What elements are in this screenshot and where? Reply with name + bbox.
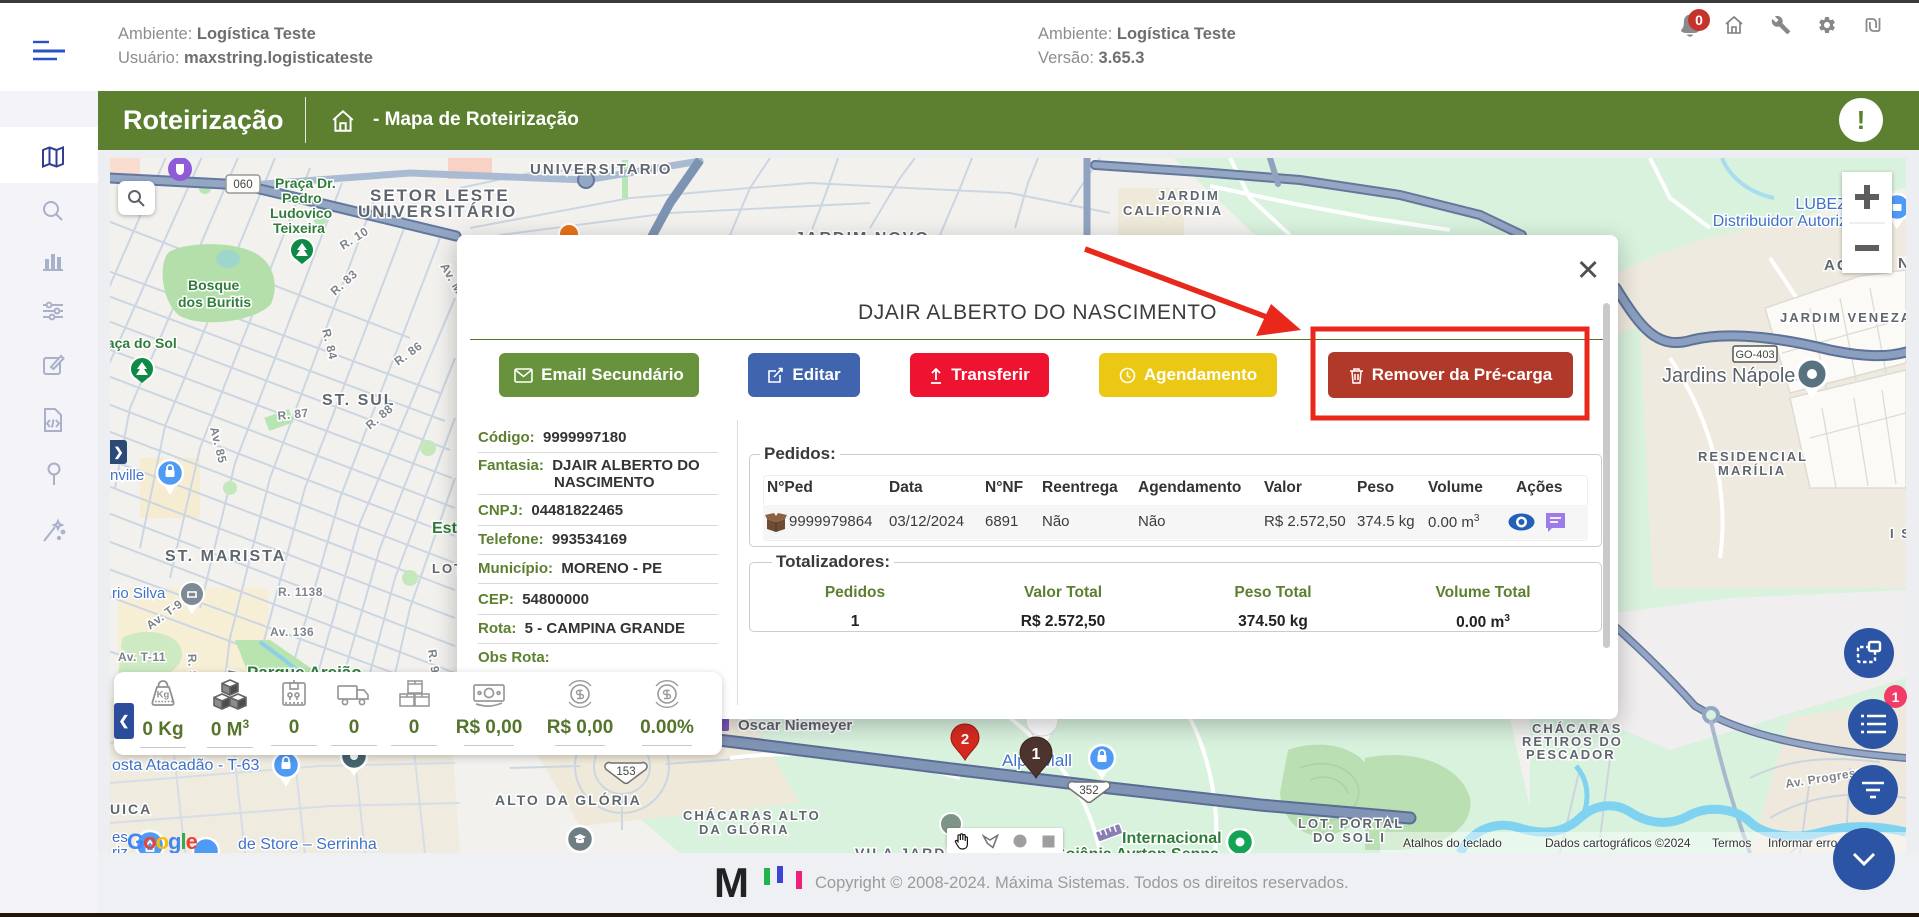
svg-text:LUBEZ: LUBEZ bbox=[1795, 196, 1847, 213]
svg-text:osta Atacadão - T-63: osta Atacadão - T-63 bbox=[112, 757, 259, 774]
svg-text:Av. 136: Av. 136 bbox=[270, 625, 314, 639]
svg-text:RESIDENCIAL: RESIDENCIAL bbox=[1698, 449, 1808, 464]
svg-text:352: 352 bbox=[1079, 785, 1098, 797]
svg-text:2: 2 bbox=[961, 731, 969, 748]
svg-text:UNIVERSITÁRIO: UNIVERSITÁRIO bbox=[358, 202, 517, 221]
svg-text:Est: Est bbox=[432, 520, 458, 537]
svg-text:ST. MARISTA: ST. MARISTA bbox=[165, 548, 286, 565]
svg-text:Bosque: Bosque bbox=[188, 277, 240, 293]
svg-text:Kg: Kg bbox=[157, 690, 170, 701]
svg-text:I S: I S bbox=[1890, 526, 1906, 541]
svg-text:ALTO DA GLÓRIA: ALTO DA GLÓRIA bbox=[495, 791, 642, 808]
svg-text:MARÍLIA: MARÍLIA bbox=[1718, 463, 1786, 478]
svg-text:Internacional: Internacional bbox=[1122, 830, 1222, 847]
svg-text:Av. T-11: Av. T-11 bbox=[118, 650, 166, 664]
svg-text:JARDIM VENEZA: JARDIM VENEZA bbox=[1780, 310, 1906, 325]
svg-text:DO SOL I: DO SOL I bbox=[1313, 830, 1386, 845]
svg-text:CALIFORNIA: CALIFORNIA bbox=[1123, 203, 1223, 218]
svg-text:153: 153 bbox=[616, 766, 635, 778]
svg-text:UNIVERSITARIO: UNIVERSITARIO bbox=[530, 161, 672, 178]
svg-text:N E: N E bbox=[1898, 255, 1906, 272]
svg-text:060: 060 bbox=[233, 179, 252, 191]
svg-text:Oscar Niemeyer: Oscar Niemeyer bbox=[738, 717, 852, 734]
svg-text:Praça do Sol: Praça do Sol bbox=[110, 335, 177, 351]
svg-text:GO-403: GO-403 bbox=[1735, 349, 1774, 361]
svg-text:JARDIM: JARDIM bbox=[1158, 188, 1220, 203]
svg-text:riz: riz bbox=[112, 844, 128, 853]
svg-text:M: M bbox=[714, 863, 749, 905]
svg-text:Jardins Nápoles: Jardins Nápoles bbox=[1662, 365, 1805, 387]
svg-text:Teixeira: Teixeira bbox=[273, 220, 325, 236]
svg-text:Pedro: Pedro bbox=[282, 190, 322, 206]
svg-text:LOT. PORTAL: LOT. PORTAL bbox=[1298, 816, 1404, 831]
svg-text:R. 1138: R. 1138 bbox=[278, 585, 323, 599]
svg-text:Praça Dr.: Praça Dr. bbox=[275, 175, 336, 191]
svg-text:UICA: UICA bbox=[110, 801, 152, 817]
svg-text:de Store – Serrinha: de Store – Serrinha bbox=[238, 836, 377, 853]
svg-text:1: 1 bbox=[1032, 746, 1041, 763]
svg-text:Distribuidor Autoriz: Distribuidor Autoriz bbox=[1713, 213, 1847, 230]
svg-text:nville: nville bbox=[110, 467, 144, 484]
svg-text:CHÁCARAS ALTO: CHÁCARAS ALTO bbox=[683, 808, 821, 823]
svg-text:rio Silva: rio Silva bbox=[112, 585, 166, 602]
svg-text:Ludovico: Ludovico bbox=[270, 205, 332, 221]
svg-text:dos Buritis: dos Buritis bbox=[178, 294, 251, 310]
svg-text:PESCADOR: PESCADOR bbox=[1526, 747, 1616, 762]
svg-text:0: 0 bbox=[1695, 12, 1703, 28]
svg-text:DA GLÓRIA: DA GLÓRIA bbox=[699, 822, 789, 837]
